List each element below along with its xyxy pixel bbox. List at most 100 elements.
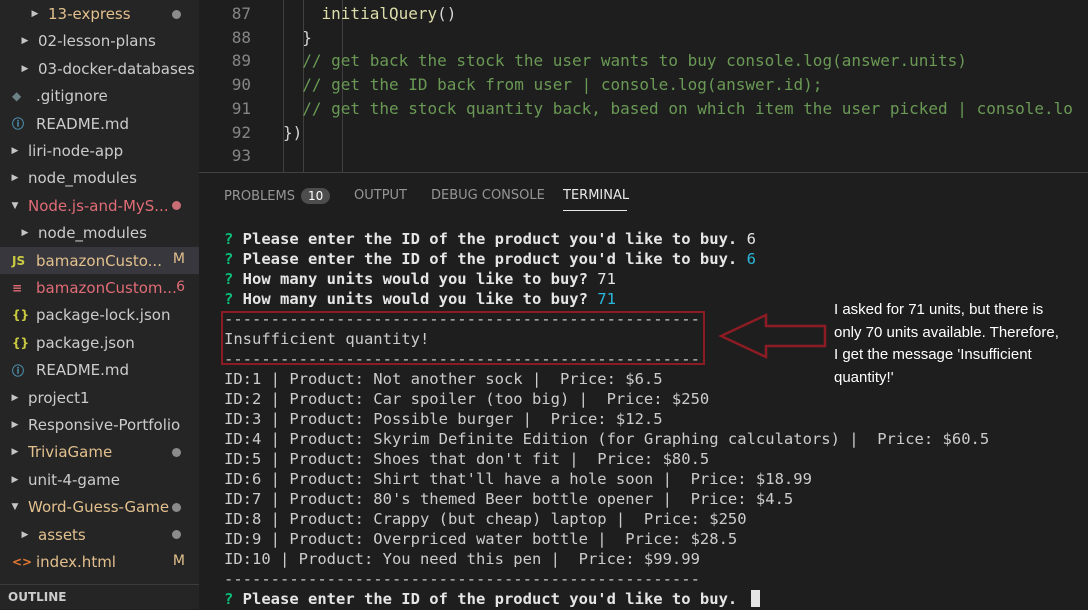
panel-tabs: PROBLEMS 10 OUTPUT DEBUG CONSOLE TERMINAL — [199, 173, 1088, 217]
chevron-right-icon[interactable]: ▶ — [28, 9, 42, 19]
json-icon: {} — [12, 308, 30, 323]
tab-debug-console[interactable]: DEBUG CONSOLE — [431, 188, 545, 203]
explorer-item[interactable]: ▶ 13-express — [0, 1, 199, 28]
explorer-item-label: README.md — [36, 361, 130, 380]
explorer-item[interactable]: ⓘ README.md — [0, 357, 199, 384]
explorer-item[interactable]: ▶ liri-node-app — [0, 138, 199, 165]
explorer-item-label: package-lock.json — [36, 306, 171, 325]
chevron-right-icon[interactable]: ▶ — [8, 447, 22, 457]
explorer-item-label: TriviaGame — [28, 443, 113, 462]
explorer-item[interactable]: {} package.json — [0, 329, 199, 356]
explorer-item[interactable]: ◆ .gitignore — [0, 83, 199, 110]
product-row: ID:5 | Product: Shoes that don't fit | P… — [224, 450, 710, 468]
chevron-right-icon[interactable]: ▶ — [8, 393, 22, 403]
explorer-item-label: project1 — [28, 388, 90, 407]
annotation-text: I asked for 71 units, but there is only … — [834, 299, 1084, 389]
git-status-badge: M — [172, 251, 185, 268]
tab-terminal[interactable]: TERMINAL — [563, 188, 629, 203]
terminal-input-prompt: ? Please enter the ID of the product you… — [224, 589, 760, 609]
explorer-item[interactable]: ▼ Word-Guess-Game — [0, 494, 199, 521]
explorer-item[interactable]: ▶ unit-4-game — [0, 466, 199, 493]
javascript-file-icon: JS — [12, 253, 26, 268]
terminal-cursor — [750, 590, 760, 607]
bottom-panel: PROBLEMS 10 OUTPUT DEBUG CONSOLE TERMINAL… — [199, 172, 1088, 610]
explorer-item[interactable]: ▶ 03-docker-databases — [0, 55, 199, 82]
product-row: ID:10 | Product: You need this pen | Pri… — [224, 550, 700, 568]
line-number: 87 — [231, 4, 251, 23]
product-row: ID:9 | Product: Overpriced water bottle … — [224, 530, 738, 548]
code-text: } — [283, 27, 312, 47]
explorer-item-label: unit-4-game — [28, 470, 120, 489]
prompt-question: Please enter the ID of the product you'd… — [242, 230, 747, 248]
annotation-line: only 70 units available. Therefore, — [834, 323, 1059, 341]
chevron-right-icon[interactable]: ▶ — [18, 530, 32, 540]
line-number: 93 — [231, 146, 251, 166]
explorer-item-label: Responsive-Portfolio — [28, 416, 181, 434]
code-text: // get the stock quantity back, based on… — [283, 98, 1073, 118]
explorer-item-label: README.md — [36, 114, 130, 133]
explorer-item-label: liri-node-app — [28, 142, 124, 160]
prompt-question: How many units would you like to buy? — [242, 270, 598, 288]
modified-dot-icon — [172, 201, 181, 211]
outline-section-header[interactable]: OUTLINE — [0, 584, 199, 609]
tab-problems-label: PROBLEMS — [224, 189, 295, 204]
chevron-right-icon[interactable]: ▶ — [18, 36, 32, 46]
product-row: ID:4 | Product: Skyrim Definite Edition … — [224, 430, 990, 448]
prompt-question: How many units would you like to buy? — [242, 290, 598, 308]
product-row: ID:2 | Product: Car spoiler (too big) | … — [224, 390, 710, 408]
explorer-item-label: bamazonCustom... — [36, 279, 177, 297]
prompt-marker: ? — [224, 270, 243, 288]
line-number: 88 — [231, 27, 251, 47]
explorer-item-label: index.html — [36, 553, 116, 571]
prompt-answer: 71 — [597, 290, 616, 308]
explorer-item[interactable]: <> index.html M — [0, 549, 199, 576]
chevron-right-icon[interactable]: ▶ — [8, 173, 22, 183]
chevron-right-icon[interactable]: ▶ — [8, 146, 22, 156]
chevron-down-icon[interactable]: ▼ — [8, 502, 22, 512]
terminal-prompt-line: ? How many units would you like to buy? … — [224, 269, 616, 289]
line-number: 89 — [231, 51, 251, 71]
chevron-right-icon[interactable]: ▶ — [18, 228, 32, 238]
code-editor[interactable]: 87 initialQuery() 88 } 89 // get back the … — [199, 0, 1088, 172]
explorer-item[interactable]: ▶ 02-lesson-plans — [0, 28, 199, 55]
annotation-line: quantity!' — [834, 368, 894, 386]
explorer-item[interactable]: ▶ Responsive-Portfolio — [0, 412, 199, 439]
problems-count-badge: 10 — [300, 188, 331, 204]
explorer-item[interactable]: ▶ project1 — [0, 384, 199, 411]
chevron-right-icon[interactable]: ▶ — [18, 64, 32, 74]
html-file-icon: <> — [12, 555, 33, 569]
chevron-right-icon[interactable]: ▶ — [8, 475, 22, 485]
code-line: 87 initialQuery() — [199, 2, 1088, 26]
file-explorer: ▶ 13-express ▶ 02-lesson-plans ▶ 03-docker-da… — [0, 0, 199, 609]
explorer-item[interactable]: {} package-lock.json — [0, 302, 199, 329]
terminal-prompt-line: ? Please enter the ID of the product you… — [224, 229, 756, 249]
product-row: ID:6 | Product: Shirt that'll have a hol… — [224, 470, 812, 488]
explorer-item[interactable]: ▶ node_modules — [0, 165, 199, 192]
explorer-item-label: node_modules — [38, 224, 147, 243]
explorer-item[interactable]: JS bamazonCusto... M — [0, 247, 199, 275]
prompt-marker: ? — [224, 250, 243, 268]
line-number: 90 — [231, 75, 251, 95]
chevron-down-icon[interactable]: ▼ — [8, 201, 22, 211]
code-text: initialQuery() — [321, 4, 457, 23]
tab-output[interactable]: OUTPUT — [354, 188, 407, 203]
tab-problems[interactable]: PROBLEMS 10 — [224, 188, 331, 204]
explorer-item[interactable]: ▶ node_modules — [0, 220, 199, 247]
explorer-item[interactable]: ⓘ README.md — [0, 110, 199, 137]
json-icon: {} — [12, 335, 30, 350]
explorer-item[interactable]: ▶ assets — [0, 521, 199, 548]
product-row: ID:1 | Product: Not another sock | Price… — [224, 370, 663, 388]
annotation-line: I asked for 71 units, but there is — [834, 301, 1044, 318]
code-line: 88 } — [199, 26, 1088, 50]
explorer-item[interactable]: ≡ bamazonCustom... 6 — [0, 275, 199, 302]
chevron-right-icon[interactable]: ▶ — [8, 420, 22, 430]
explorer-item[interactable]: ▼ Node.js-and-MyS... — [0, 192, 199, 219]
annotation-line: I get the message 'Insufficient — [834, 346, 1032, 363]
line-number: 92 — [231, 122, 251, 142]
explorer-item[interactable]: ▶ TriviaGame — [0, 439, 199, 466]
prompt-answer: 6 — [746, 230, 756, 248]
code-line: 89 // get back the stock the user wants … — [199, 49, 1088, 73]
product-row: ID:3 | Product: Possible burger | Price:… — [224, 410, 663, 428]
info-icon: ⓘ — [12, 363, 25, 378]
code-line: 93 — [199, 144, 1088, 168]
